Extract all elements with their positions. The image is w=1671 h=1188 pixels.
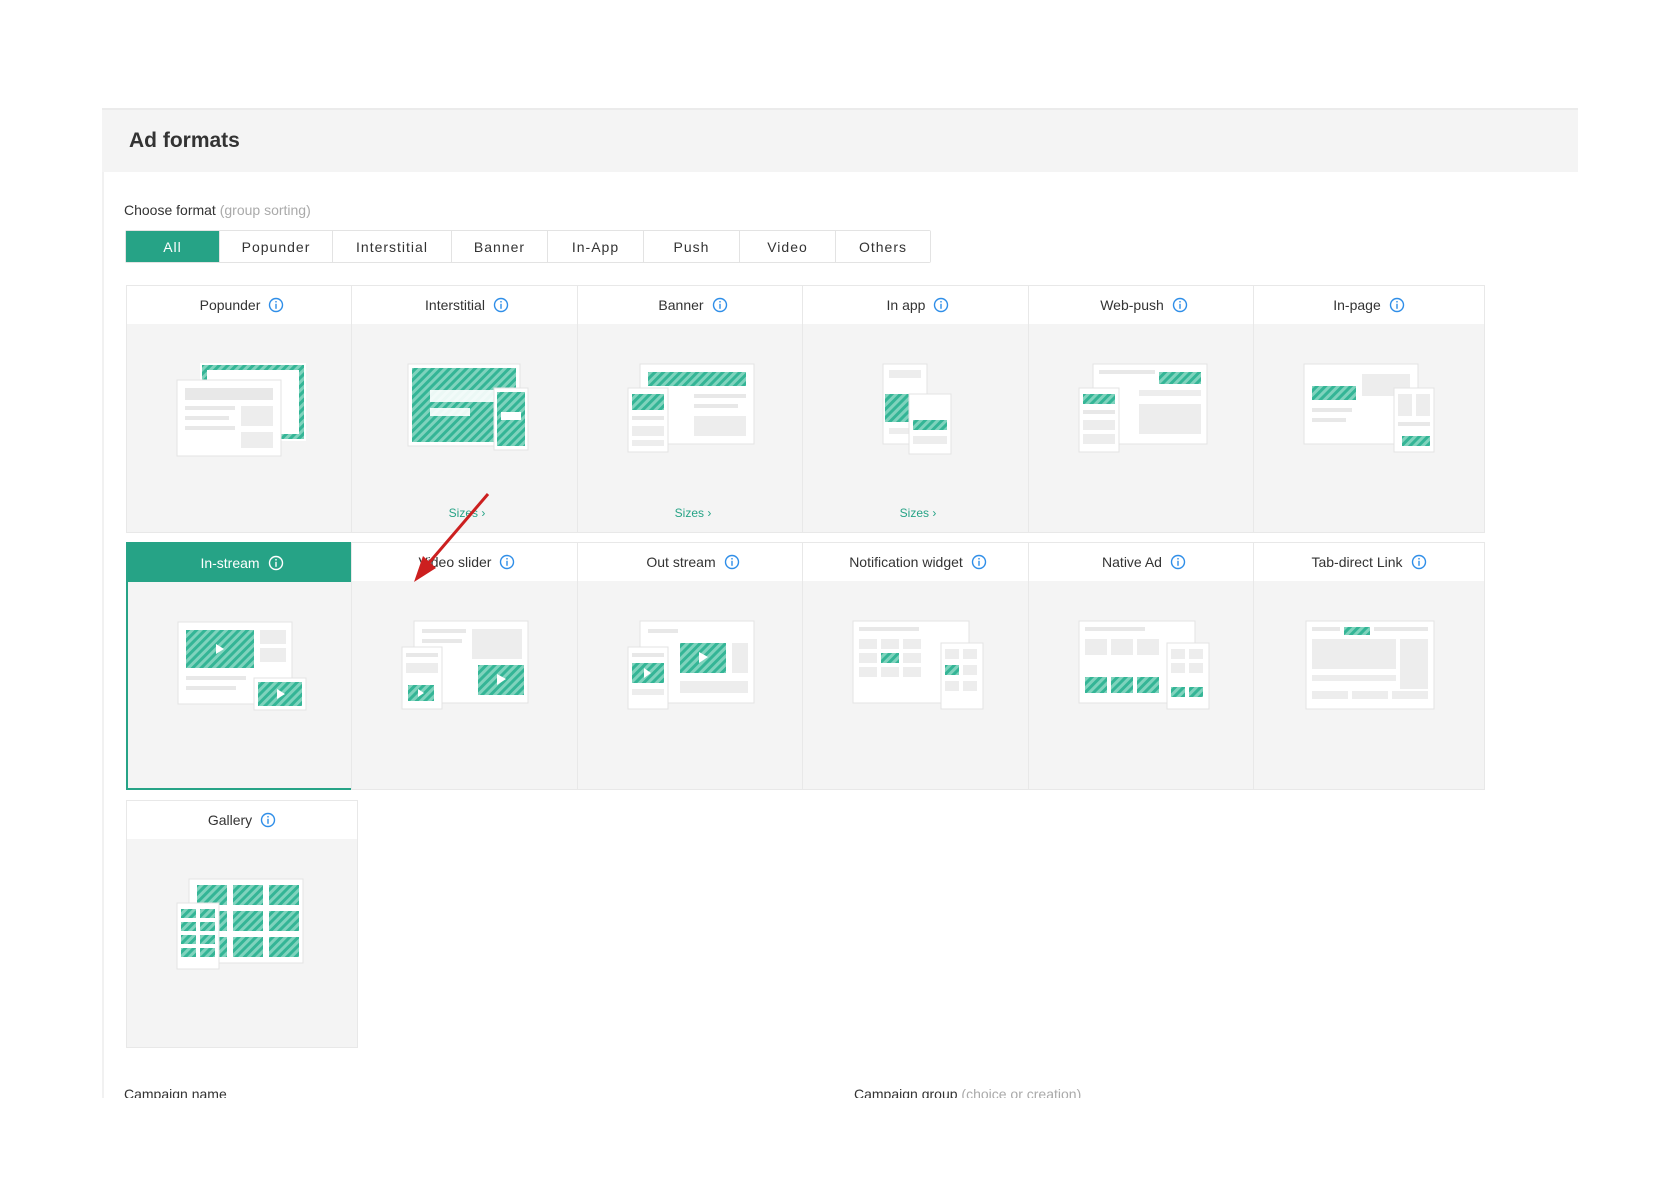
native-ad-illustration-icon xyxy=(1078,620,1210,710)
card-title: Popunder xyxy=(199,297,261,313)
format-card-web-push[interactable]: Web-push xyxy=(1028,285,1260,533)
card-illustration xyxy=(1029,324,1259,532)
card-illustration xyxy=(1254,324,1484,532)
card-title: In-stream xyxy=(200,555,260,571)
in-stream-illustration-icon xyxy=(177,621,307,711)
format-card-native-ad[interactable]: Native Ad xyxy=(1028,542,1260,790)
card-title: Web-push xyxy=(1100,297,1164,313)
format-card-gallery[interactable]: Gallery xyxy=(126,800,358,1048)
card-title: Native Ad xyxy=(1102,554,1162,570)
card-illustration xyxy=(352,581,582,789)
format-card-banner[interactable]: Banner Sizes › xyxy=(577,285,809,533)
tab-all[interactable]: All xyxy=(126,231,220,262)
info-icon[interactable] xyxy=(260,812,276,828)
card-header: Tab-direct Link xyxy=(1254,543,1484,581)
card-title: Notification widget xyxy=(849,554,963,570)
campaign-name-text: Campaign name xyxy=(124,1086,227,1098)
notification-widget-illustration-icon xyxy=(852,620,984,710)
tab-banner[interactable]: Banner xyxy=(452,231,548,262)
banner-illustration-icon xyxy=(627,363,755,453)
tab-video[interactable]: Video xyxy=(740,231,836,262)
info-icon[interactable] xyxy=(268,555,284,571)
panel-border xyxy=(102,172,104,1098)
card-illustration xyxy=(1029,581,1259,789)
tab-push[interactable]: Push xyxy=(644,231,740,262)
info-icon[interactable] xyxy=(971,554,987,570)
choose-format-label: Choose format (group sorting) xyxy=(124,202,311,218)
web-push-illustration-icon xyxy=(1078,363,1208,453)
card-illustration xyxy=(578,581,808,789)
panel-header: Ad formats xyxy=(102,108,1578,172)
out-stream-illustration-icon xyxy=(627,620,755,710)
campaign-name-label: Campaign name xyxy=(124,1086,227,1098)
card-title: Interstitial xyxy=(425,297,485,313)
in-page-illustration-icon xyxy=(1303,363,1435,453)
gallery-illustration-icon xyxy=(176,878,304,970)
ad-formats-panel: Ad formats Choose format (group sorting)… xyxy=(102,108,1578,1098)
info-icon[interactable] xyxy=(268,297,284,313)
tab-popunder[interactable]: Popunder xyxy=(220,231,333,262)
format-card-in-page[interactable]: In-page xyxy=(1253,285,1485,533)
format-card-tab-direct-link[interactable]: Tab-direct Link xyxy=(1253,542,1485,790)
card-header: In app xyxy=(803,286,1033,324)
card-header: Out stream xyxy=(578,543,808,581)
video-slider-illustration-icon xyxy=(401,620,529,710)
format-card-out-stream[interactable]: Out stream xyxy=(577,542,809,790)
info-icon[interactable] xyxy=(933,297,949,313)
card-illustration xyxy=(803,581,1033,789)
card-header: Banner xyxy=(578,286,808,324)
card-header: Native Ad xyxy=(1029,543,1259,581)
choose-format-text: Choose format xyxy=(124,202,216,218)
info-icon[interactable] xyxy=(1170,554,1186,570)
red-arrow-annotation-icon xyxy=(414,493,490,582)
info-icon[interactable] xyxy=(724,554,740,570)
sizes-link[interactable]: Sizes › xyxy=(803,506,1033,520)
card-header: Interstitial xyxy=(352,286,582,324)
card-title: Out stream xyxy=(646,554,716,570)
tab-direct-link-illustration-icon xyxy=(1305,620,1435,710)
sizes-link[interactable]: Sizes › xyxy=(578,506,808,520)
info-icon[interactable] xyxy=(1411,554,1427,570)
card-header: Gallery xyxy=(127,801,357,839)
info-icon[interactable] xyxy=(712,297,728,313)
card-title: Banner xyxy=(658,297,704,313)
tab-others[interactable]: Others xyxy=(836,231,930,262)
card-header: Web-push xyxy=(1029,286,1259,324)
panel-title: Ad formats xyxy=(129,129,240,152)
card-illustration xyxy=(1254,581,1484,789)
card-illustration xyxy=(127,839,357,1047)
format-card-notification-widget[interactable]: Notification widget xyxy=(802,542,1034,790)
campaign-group-label: Campaign group (choice or creation) xyxy=(854,1086,1081,1098)
card-title: In-page xyxy=(1333,297,1381,313)
format-tabs: All Popunder Interstitial Banner In-App … xyxy=(125,230,931,263)
tab-in-app[interactable]: In-App xyxy=(548,231,644,262)
info-icon[interactable] xyxy=(1389,297,1405,313)
card-header: In-page xyxy=(1254,286,1484,324)
info-icon[interactable] xyxy=(493,297,509,313)
card-illustration: Sizes › xyxy=(803,324,1033,532)
format-card-in-app[interactable]: In app Sizes › xyxy=(802,285,1034,533)
campaign-group-text: Campaign group xyxy=(854,1086,958,1098)
campaign-group-hint: (choice or creation) xyxy=(961,1086,1082,1098)
choose-format-hint: (group sorting) xyxy=(219,202,311,218)
info-icon[interactable] xyxy=(1172,297,1188,313)
tab-interstitial[interactable]: Interstitial xyxy=(333,231,452,262)
card-header: Popunder xyxy=(127,286,357,324)
in-app-illustration-icon xyxy=(882,363,952,455)
card-title: Gallery xyxy=(207,812,253,828)
card-illustration: Sizes › xyxy=(578,324,808,532)
card-title: In app xyxy=(886,297,926,313)
card-illustration xyxy=(128,582,356,790)
card-title: Tab-direct Link xyxy=(1311,554,1403,570)
card-header: Notification widget xyxy=(803,543,1033,581)
